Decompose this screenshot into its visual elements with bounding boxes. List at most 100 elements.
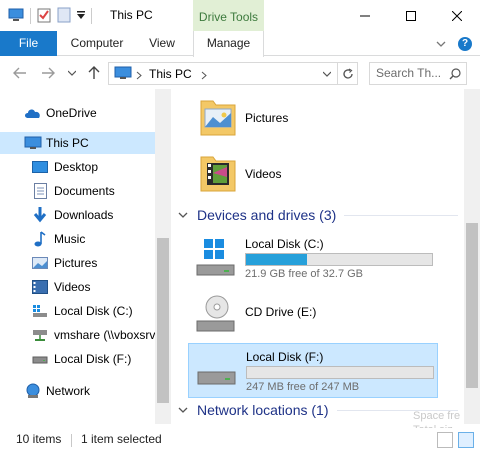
sidebar-item-pictures[interactable]: Pictures	[0, 252, 155, 274]
sidebar-item-network[interactable]: Network	[0, 380, 155, 402]
computer-icon	[24, 134, 42, 152]
drive-usage-bar	[245, 253, 433, 266]
status-selection: 1 item selected	[81, 432, 162, 446]
up-button[interactable]	[84, 62, 104, 84]
ribbon-tab-bar: File Computer View Manage ?	[0, 31, 480, 57]
sidebar-item-music[interactable]: Music	[0, 228, 155, 250]
search-input[interactable]	[376, 66, 446, 80]
group-header-devices[interactable]: Devices and drives (3)	[178, 205, 458, 225]
breadcrumb-separator-icon[interactable]	[201, 69, 207, 83]
drive-name: CD Drive (E:)	[245, 305, 317, 319]
breadcrumb-this-pc[interactable]: This PC	[149, 67, 192, 81]
tab-computer[interactable]: Computer	[60, 31, 134, 56]
sidebar-item-videos[interactable]: Videos	[0, 276, 155, 298]
ribbon-right-controls: ?	[436, 37, 472, 51]
documents-icon	[31, 182, 49, 200]
scrollbar-thumb[interactable]	[157, 238, 169, 403]
sidebar-item-downloads[interactable]: Downloads	[0, 204, 155, 226]
properties-icon[interactable]	[37, 7, 51, 26]
group-header-label: Devices and drives (3)	[197, 207, 337, 223]
view-toggle-group	[437, 432, 474, 448]
search-box[interactable]	[369, 62, 467, 85]
drive-cd-e[interactable]: CD Drive (E:)	[188, 287, 438, 342]
forward-arrow-icon	[42, 67, 55, 79]
new-folder-icon[interactable]	[57, 7, 71, 26]
maximize-icon	[406, 10, 416, 21]
customize-toolbar-chevron-icon[interactable]	[77, 9, 85, 23]
drive-local-disk-c[interactable]: Local Disk (C:) 21.9 GB free of 32.7 GB	[188, 231, 438, 286]
drive-free-space: 247 MB free of 247 MB	[246, 381, 360, 393]
folder-videos[interactable]: Videos	[199, 149, 449, 199]
sidebar-item-documents[interactable]: Documents	[0, 180, 155, 202]
refresh-button[interactable]	[337, 63, 357, 84]
scrollbar-thumb[interactable]	[466, 223, 478, 388]
chevron-down-icon	[68, 70, 76, 76]
windows-drive-icon	[31, 302, 49, 320]
minimize-icon	[360, 15, 370, 16]
status-separator	[71, 434, 72, 447]
details-view-icon[interactable]	[437, 432, 453, 448]
drive-icon	[195, 350, 239, 395]
sidebar-item-onedrive[interactable]: OneDrive	[0, 102, 155, 124]
maximize-button[interactable]	[388, 0, 434, 31]
close-button[interactable]	[434, 0, 480, 31]
drive-tools-contextual-tab[interactable]: Drive Tools	[193, 0, 264, 31]
chevron-down-icon[interactable]	[178, 407, 190, 414]
drive-name: Local Disk (F:)	[246, 350, 324, 364]
chevron-down-icon	[323, 71, 331, 77]
minimize-button[interactable]	[342, 0, 388, 31]
onedrive-cloud-icon	[24, 104, 42, 122]
address-bar[interactable]: This PC	[108, 62, 358, 85]
quick-access-toolbar	[8, 7, 92, 25]
address-history-dropdown[interactable]	[319, 65, 335, 82]
folder-label: Pictures	[245, 111, 289, 125]
title-bar: This PC Drive Tools	[0, 0, 480, 31]
chevron-down-icon[interactable]	[178, 212, 190, 219]
sidebar-item-local-disk-f[interactable]: Local Disk (F:)	[0, 348, 155, 370]
back-arrow-icon	[13, 67, 26, 79]
computer-icon[interactable]	[8, 8, 24, 25]
sidebar-item-this-pc[interactable]: This PC	[0, 132, 155, 154]
breadcrumb-separator-icon[interactable]	[136, 69, 142, 83]
close-icon	[452, 10, 462, 21]
sidebar-item-local-disk-c[interactable]: Local Disk (C:)	[0, 300, 155, 322]
music-icon	[31, 230, 49, 248]
large-icons-view-icon[interactable]	[458, 432, 474, 448]
help-icon[interactable]: ?	[458, 37, 472, 51]
drive-usage-fill	[246, 254, 308, 265]
toolbar-separator	[30, 8, 31, 24]
expand-ribbon-chevron-icon[interactable]	[436, 37, 446, 51]
folder-pictures[interactable]: Pictures	[199, 93, 449, 143]
network-drive-icon	[31, 326, 49, 344]
videos-icon	[31, 278, 49, 296]
folder-label: Videos	[245, 167, 282, 181]
cd-drive-icon	[194, 293, 238, 338]
downloads-icon	[31, 206, 49, 224]
computer-icon	[114, 66, 132, 83]
status-item-count: 10 items	[16, 432, 62, 446]
toolbar-separator	[91, 8, 92, 24]
drive-usage-bar	[246, 366, 434, 379]
drive-local-disk-f[interactable]: Local Disk (F:) 247 MB free of 247 MB	[188, 343, 438, 398]
recent-locations-button[interactable]	[62, 62, 82, 84]
tab-file[interactable]: File	[0, 31, 57, 56]
group-divider	[344, 214, 458, 216]
navigation-pane-scrollbar[interactable]	[155, 89, 171, 424]
search-icon[interactable]	[449, 68, 461, 83]
tab-manage[interactable]: Manage	[193, 31, 264, 57]
drive-name: Local Disk (C:)	[245, 237, 324, 251]
sidebar-item-vmshare[interactable]: vmshare (\\vboxsrv	[0, 324, 155, 346]
pictures-folder-icon	[199, 95, 237, 140]
navigation-pane: OneDrive This PC Desktop Documents Downl…	[0, 89, 171, 424]
back-button[interactable]	[10, 62, 30, 84]
videos-folder-icon	[199, 151, 237, 196]
refresh-icon	[342, 67, 353, 79]
network-icon	[24, 382, 42, 400]
group-header-label: Network locations (1)	[197, 402, 329, 418]
desktop-icon	[31, 158, 49, 176]
sidebar-item-desktop[interactable]: Desktop	[0, 156, 155, 178]
forward-button[interactable]	[38, 62, 58, 84]
tab-view[interactable]: View	[140, 31, 184, 56]
window-title: This PC	[110, 8, 153, 22]
content-pane-scrollbar[interactable]	[464, 89, 480, 424]
